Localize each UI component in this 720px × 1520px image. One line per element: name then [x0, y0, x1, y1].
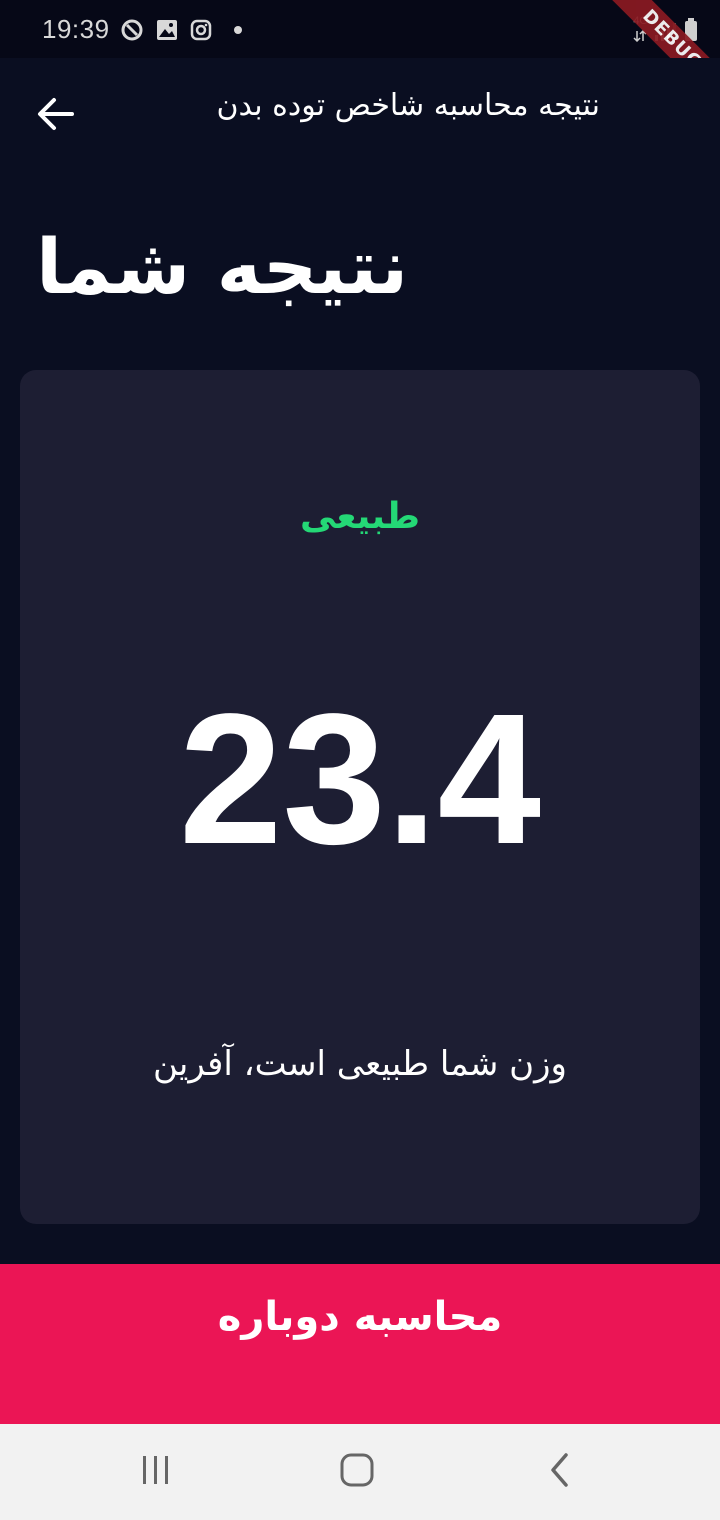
- status-notification-icons: [120, 18, 248, 42]
- gallery-icon: [156, 19, 178, 41]
- dot-icon: [224, 19, 248, 41]
- result-card: طبیعی 23.4 وزن شما طبیعی است، آفرین: [20, 370, 700, 1224]
- navigation-bar: [0, 1424, 720, 1520]
- page-title: نتیجه شما: [36, 222, 409, 311]
- bmi-status-label: طبیعی: [299, 496, 421, 537]
- screen: 19:39 4G DEBUG نتیجه محاسبه شاخص توده بد…: [0, 0, 720, 1520]
- bmi-value: 23.4: [178, 676, 541, 883]
- instagram-icon: [190, 19, 212, 41]
- app-title: نتیجه محاسبه شاخص توده بدن: [216, 88, 600, 123]
- recent-apps-button[interactable]: [126, 1448, 186, 1496]
- data-arrows-icon: [633, 29, 647, 43]
- network-label: 4G: [633, 15, 648, 27]
- signal-icon: [654, 20, 678, 46]
- battery-icon: [684, 18, 698, 46]
- app-bar: نتیجه محاسبه شاخص توده بدن: [0, 58, 720, 170]
- back-icon: [548, 1452, 572, 1492]
- home-icon: [339, 1452, 375, 1492]
- recalculate-button[interactable]: محاسبه دوباره: [0, 1264, 720, 1424]
- recalculate-button-label: محاسبه دوباره: [217, 1294, 503, 1340]
- system-back-button[interactable]: [530, 1448, 590, 1496]
- status-time: 19:39: [42, 14, 110, 44]
- bmi-interpretation: وزن شما طبیعی است، آفرین: [153, 1044, 567, 1084]
- status-bar: 19:39 4G: [0, 0, 720, 58]
- recent-apps-icon: [139, 1454, 173, 1490]
- back-button[interactable]: [30, 94, 82, 138]
- sync-icon: [120, 18, 144, 42]
- home-button[interactable]: [327, 1448, 387, 1496]
- network-indicator: 4G: [633, 16, 648, 46]
- status-system-icons: 4G: [633, 16, 698, 46]
- arrow-left-icon: [36, 96, 76, 136]
